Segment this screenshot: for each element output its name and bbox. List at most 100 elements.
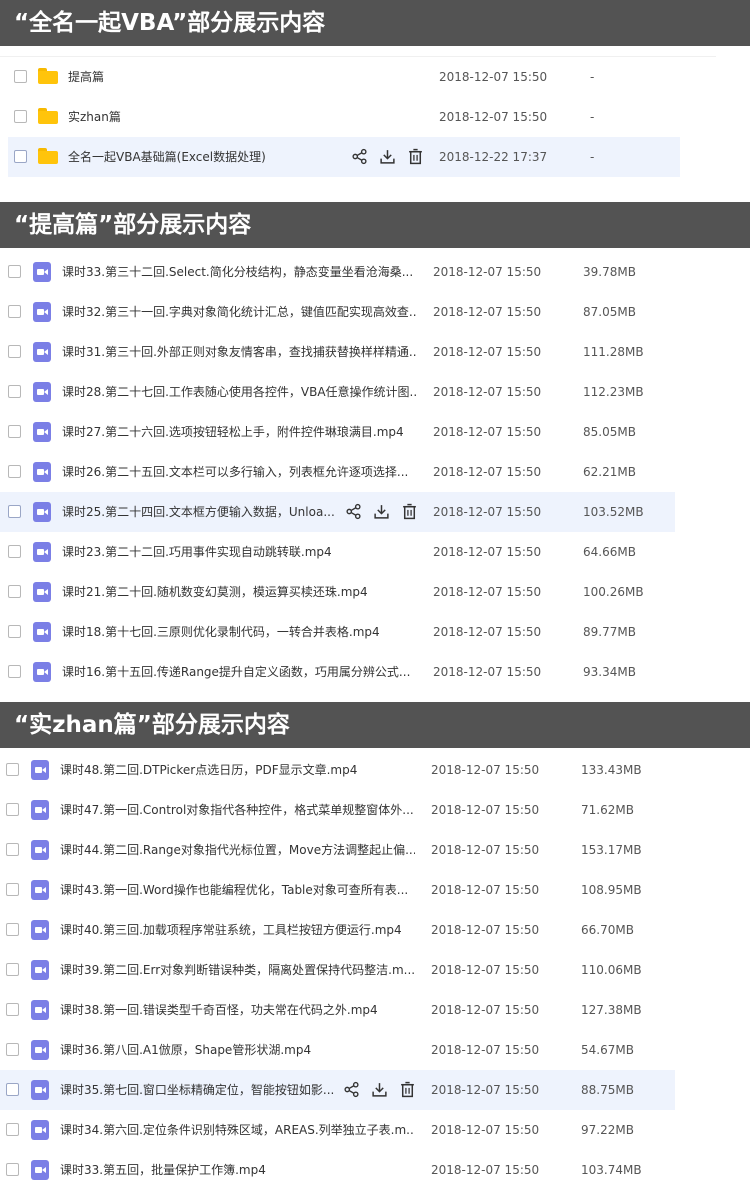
- row-checkbox[interactable]: [8, 385, 21, 398]
- list-item[interactable]: 课时33.第五回，批量保护工作簿.mp4 2018-12-07 15:50 103.…: [0, 1150, 675, 1190]
- row-checkbox[interactable]: [6, 1043, 19, 1056]
- row-checkbox[interactable]: [6, 963, 19, 976]
- row-checkbox[interactable]: [6, 923, 19, 936]
- row-checkbox[interactable]: [14, 150, 27, 163]
- list-item[interactable]: 课时43.第一回.Word操作也能编程优化，Table对象可查所有表... 201…: [0, 870, 675, 910]
- file-name[interactable]: 课时39.第二回.Err对象判断错误种类，隔离处置保持代码整洁.m...: [60, 950, 415, 990]
- list-item-hovered[interactable]: 课时25.第二十四回.文本框方便输入数据，Unloa... 2018-12-07 …: [0, 492, 675, 532]
- list-item[interactable]: 课时26.第二十五回.文本栏可以多行输入，列表框允许逐项选择... 2018-12…: [0, 452, 675, 492]
- list-item[interactable]: 课时40.第三回.加载项程序常驻系统，工具栏按钮方便运行.mp4 2018-12-…: [0, 910, 675, 950]
- list-item[interactable]: 课时28.第二十七回.工作表随心使用各控件，VBA任意操作统计图... 2018-…: [0, 372, 675, 412]
- list-item[interactable]: 课时38.第一回.错误类型千奇百怪，功夫常在代码之外.mp4 2018-12-07…: [0, 990, 675, 1030]
- file-name[interactable]: 课时27.第二十六回.选项按钮轻松上手，附件控件琳琅满目.mp4: [62, 412, 417, 452]
- row-checkbox[interactable]: [8, 305, 21, 318]
- file-name[interactable]: 课时48.第二回.DTPicker点选日历，PDF显示文章.mp4: [60, 750, 415, 790]
- row-checkbox[interactable]: [14, 70, 27, 83]
- file-date: 2018-12-07 15:50: [431, 923, 540, 937]
- download-icon[interactable]: [371, 1081, 388, 1098]
- share-icon[interactable]: [351, 148, 368, 165]
- row-checkbox[interactable]: [8, 665, 21, 678]
- file-name[interactable]: 课时44.第二回.Range对象指代光标位置，Move方法调整起止偏...: [60, 830, 415, 870]
- file-name[interactable]: 课时36.第八回.A1倣原，Shape管形状湖.mp4: [60, 1030, 415, 1070]
- list-item[interactable]: 课时34.第六回.定位条件识别特殊区域，AREAS.列举独立子表.m... 201…: [0, 1110, 675, 1150]
- file-name[interactable]: 课时16.第十五回.传递Range提升自定义函数，巧用属分辨公式...: [62, 652, 417, 692]
- file-name[interactable]: 课时35.第七回.窗口坐标精确定位，智能按钮如影...: [60, 1070, 335, 1110]
- list-item[interactable]: 实zhan篇 2018-12-07 15:50 -: [8, 97, 680, 137]
- row-checkbox[interactable]: [8, 545, 21, 558]
- row-checkbox[interactable]: [8, 425, 21, 438]
- list-item[interactable]: 课时31.第三十回.外部正则对象友情客串，查找捕获替换样样精通... 2018-1…: [0, 332, 675, 372]
- video-file-icon: [33, 622, 51, 642]
- file-name[interactable]: 课时33.第五回，批量保护工作簿.mp4: [60, 1150, 415, 1190]
- share-icon[interactable]: [345, 503, 362, 520]
- file-name[interactable]: 课时31.第三十回.外部正则对象友情客串，查找捕获替换样样精通...: [62, 332, 417, 372]
- row-checkbox[interactable]: [8, 585, 21, 598]
- list-item[interactable]: 课时47.第一回.Control对象指代各种控件，格式菜单规整窗体外... 201…: [0, 790, 675, 830]
- file-name[interactable]: 课时28.第二十七回.工作表随心使用各控件，VBA任意操作统计图...: [62, 372, 417, 412]
- file-name[interactable]: 课时40.第三回.加载项程序常驻系统，工具栏按钮方便运行.mp4: [60, 910, 415, 950]
- list-item[interactable]: 课时33.第三十二回.Select.简化分枝结构，静态变量坐看沧海桑... 201…: [0, 252, 675, 292]
- list-item[interactable]: 课时16.第十五回.传递Range提升自定义函数，巧用属分辨公式... 2018-…: [0, 652, 675, 692]
- folder-icon: [38, 68, 58, 84]
- video-file-icon: [31, 840, 49, 860]
- row-checkbox[interactable]: [8, 265, 21, 278]
- download-icon[interactable]: [373, 503, 390, 520]
- file-size: 153.17MB: [581, 843, 642, 857]
- file-name[interactable]: 课时32.第三十一回.字典对象简化统计汇总，键值匹配实现高效查...: [62, 292, 417, 332]
- share-icon[interactable]: [343, 1081, 360, 1098]
- file-name[interactable]: 课时26.第二十五回.文本栏可以多行输入，列表框允许逐项选择...: [62, 452, 417, 492]
- file-name[interactable]: 实zhan篇: [68, 97, 338, 137]
- file-name[interactable]: 课时23.第二十二回.巧用事件实现自动跳转联.mp4: [62, 532, 417, 572]
- row-checkbox[interactable]: [6, 1123, 19, 1136]
- row-checkbox[interactable]: [8, 625, 21, 638]
- file-date: 2018-12-07 15:50: [431, 803, 540, 817]
- list-item[interactable]: 课时21.第二十回.随机数变幻莫测，模运算买椟还珠.mp4 2018-12-07 …: [0, 572, 675, 612]
- row-checkbox[interactable]: [6, 1163, 19, 1176]
- file-name[interactable]: 课时33.第三十二回.Select.简化分枝结构，静态变量坐看沧海桑...: [62, 252, 417, 292]
- file-name[interactable]: 课时25.第二十四回.文本框方便输入数据，Unloa...: [62, 492, 337, 532]
- file-size: 133.43MB: [581, 763, 642, 777]
- list-item[interactable]: 课时23.第二十二回.巧用事件实现自动跳转联.mp4 2018-12-07 15:…: [0, 532, 675, 572]
- row-checkbox[interactable]: [14, 110, 27, 123]
- list-item[interactable]: 课时36.第八回.A1倣原，Shape管形状湖.mp4 2018-12-07 15…: [0, 1030, 675, 1070]
- file-date: 2018-12-07 15:50: [433, 465, 542, 479]
- file-name[interactable]: 全名一起VBA基础篇(Excel数据处理): [68, 137, 338, 177]
- list-item[interactable]: 提高篇 2018-12-07 15:50 -: [8, 57, 680, 97]
- row-checkbox[interactable]: [8, 465, 21, 478]
- file-size: 85.05MB: [583, 425, 636, 439]
- file-name[interactable]: 课时34.第六回.定位条件识别特殊区域，AREAS.列举独立子表.m...: [60, 1110, 415, 1150]
- file-name[interactable]: 课时21.第二十回.随机数变幻莫测，模运算买椟还珠.mp4: [62, 572, 417, 612]
- file-name[interactable]: 课时18.第十七回.三原则优化录制代码，一转合并表格.mp4: [62, 612, 417, 652]
- file-size: 111.28MB: [583, 345, 644, 359]
- video-file-icon: [33, 582, 51, 602]
- list-item[interactable]: 课时27.第二十六回.选项按钮轻松上手，附件控件琳琅满目.mp4 2018-12-…: [0, 412, 675, 452]
- row-checkbox[interactable]: [6, 1083, 19, 1096]
- list-item[interactable]: 课时39.第二回.Err对象判断错误种类，隔离处置保持代码整洁.m... 2018…: [0, 950, 675, 990]
- list-item[interactable]: 课时48.第二回.DTPicker点选日历，PDF显示文章.mp4 2018-12…: [0, 750, 675, 790]
- video-file-icon: [33, 422, 51, 442]
- row-checkbox[interactable]: [6, 843, 19, 856]
- row-checkbox[interactable]: [8, 505, 21, 518]
- trash-icon[interactable]: [401, 503, 418, 520]
- download-icon[interactable]: [379, 148, 396, 165]
- list-item-hovered[interactable]: 全名一起VBA基础篇(Excel数据处理) 2018-12-22 17:37 -: [8, 137, 680, 177]
- row-checkbox[interactable]: [6, 803, 19, 816]
- video-file-icon: [33, 462, 51, 482]
- file-name[interactable]: 提高篇: [68, 57, 338, 97]
- file-date: 2018-12-07 15:50: [433, 265, 542, 279]
- row-actions: [343, 1081, 423, 1099]
- row-checkbox[interactable]: [8, 345, 21, 358]
- video-file-icon: [33, 502, 51, 522]
- trash-icon[interactable]: [399, 1081, 416, 1098]
- list-item-hovered[interactable]: 课时35.第七回.窗口坐标精确定位，智能按钮如影... 2018-12-07 15…: [0, 1070, 675, 1110]
- file-name[interactable]: 课时43.第一回.Word操作也能编程优化，Table对象可查所有表...: [60, 870, 415, 910]
- file-name[interactable]: 课时47.第一回.Control对象指代各种控件，格式菜单规整窗体外...: [60, 790, 415, 830]
- list-item[interactable]: 课时18.第十七回.三原则优化录制代码，一转合并表格.mp4 2018-12-07…: [0, 612, 675, 652]
- row-checkbox[interactable]: [6, 1003, 19, 1016]
- trash-icon[interactable]: [407, 148, 424, 165]
- row-checkbox[interactable]: [6, 883, 19, 896]
- row-checkbox[interactable]: [6, 763, 19, 776]
- file-name[interactable]: 课时38.第一回.错误类型千奇百怪，功夫常在代码之外.mp4: [60, 990, 415, 1030]
- list-item[interactable]: 课时44.第二回.Range对象指代光标位置，Move方法调整起止偏... 201…: [0, 830, 675, 870]
- list-item[interactable]: 课时32.第三十一回.字典对象简化统计汇总，键值匹配实现高效查... 2018-1…: [0, 292, 675, 332]
